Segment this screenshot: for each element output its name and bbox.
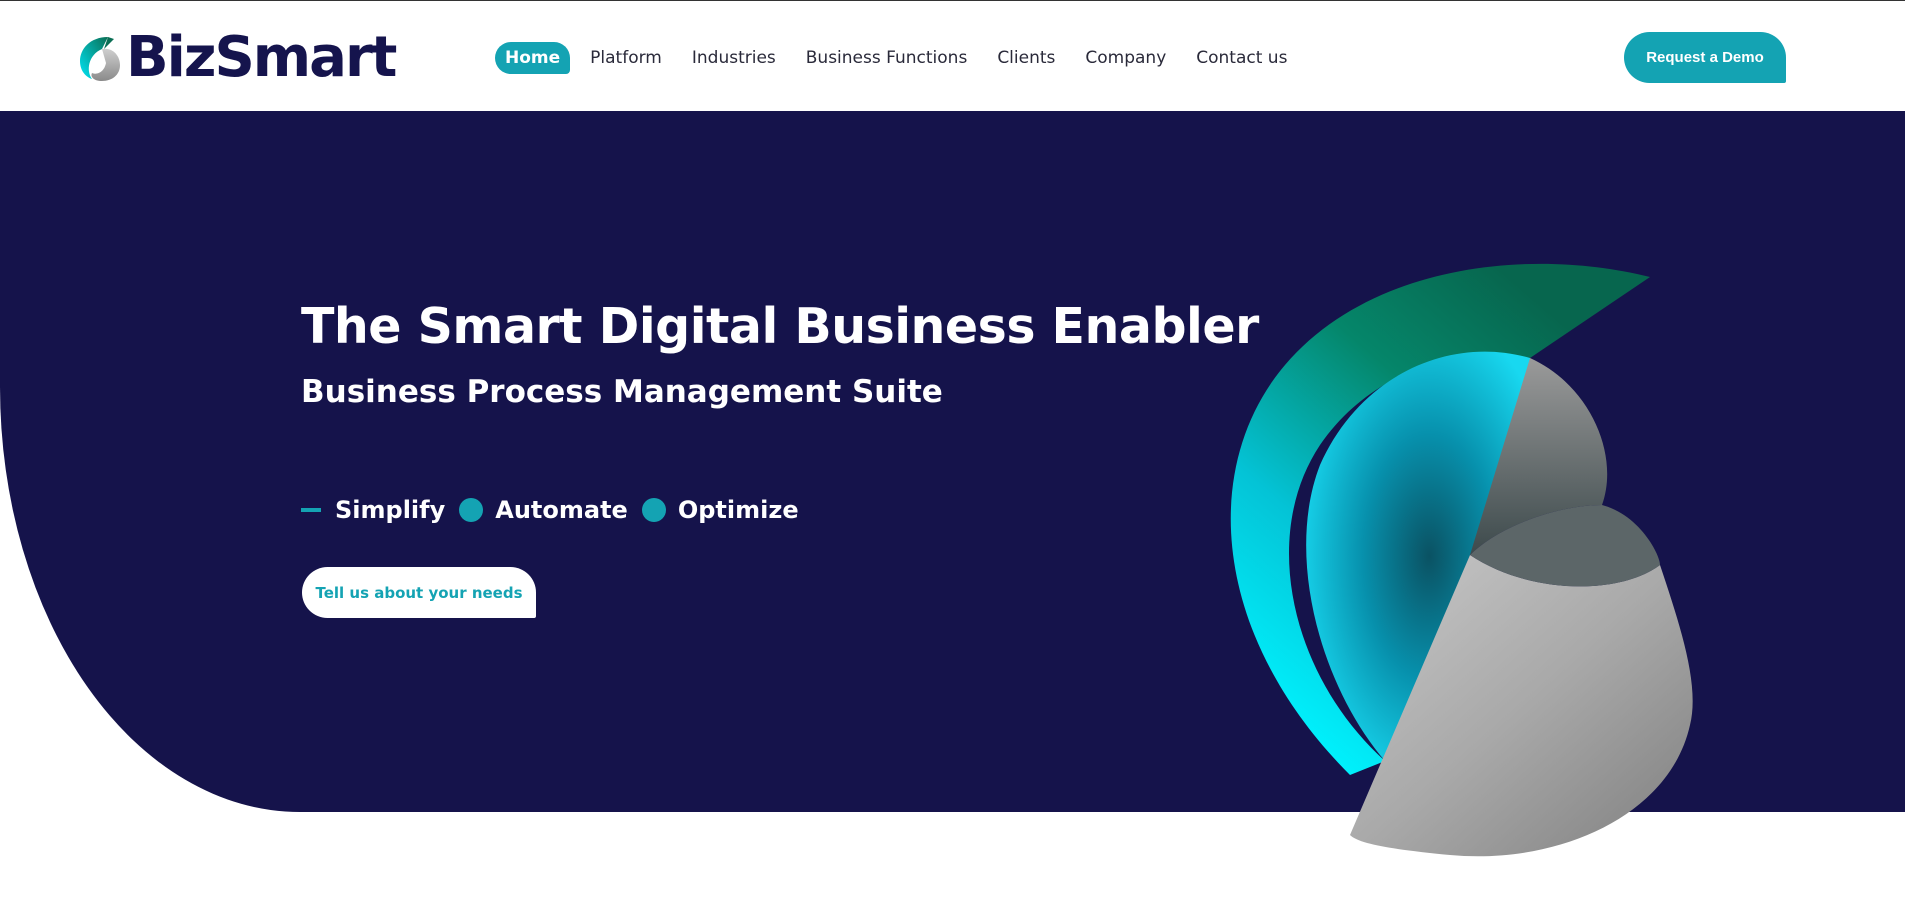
swirl-logo-icon [80, 37, 120, 81]
tagline-simplify: Simplify [335, 496, 446, 524]
nav-item-home[interactable]: Home [495, 42, 571, 74]
nav-item-company[interactable]: Company [1075, 42, 1176, 74]
site-header: BizSmart Home Platform Industries Busine… [0, 1, 1905, 111]
request-demo-button[interactable]: Request a Demo [1624, 32, 1786, 83]
brand-name: BizSmart [126, 25, 397, 90]
tell-us-needs-button[interactable]: Tell us about your needs [302, 567, 536, 618]
brand-logo[interactable]: BizSmart [78, 25, 397, 90]
dot-bullet-icon [641, 498, 666, 522]
tagline-optimize: Optimize [677, 496, 799, 524]
3d-swirl-illustration [1230, 263, 1693, 857]
nav-item-contact-us[interactable]: Contact us [1186, 42, 1297, 74]
dot-bullet-icon [459, 498, 484, 522]
hero-tagline: Simplify Automate Optimize [301, 492, 799, 528]
tagline-automate: Automate [495, 496, 628, 524]
hero-title: The Smart Digital Business Enabler [301, 298, 1259, 355]
nav-item-platform[interactable]: Platform [580, 42, 672, 74]
dash-bullet-icon [301, 508, 321, 512]
page: BizSmart Home Platform Industries Busine… [0, 0, 1905, 904]
nav-item-industries[interactable]: Industries [682, 42, 786, 74]
main-nav: Home Platform Industries Business Functi… [495, 42, 1307, 74]
nav-item-clients[interactable]: Clients [987, 42, 1065, 74]
hero-subtitle: Business Process Management Suite [301, 374, 943, 410]
nav-item-business-functions[interactable]: Business Functions [796, 42, 978, 74]
